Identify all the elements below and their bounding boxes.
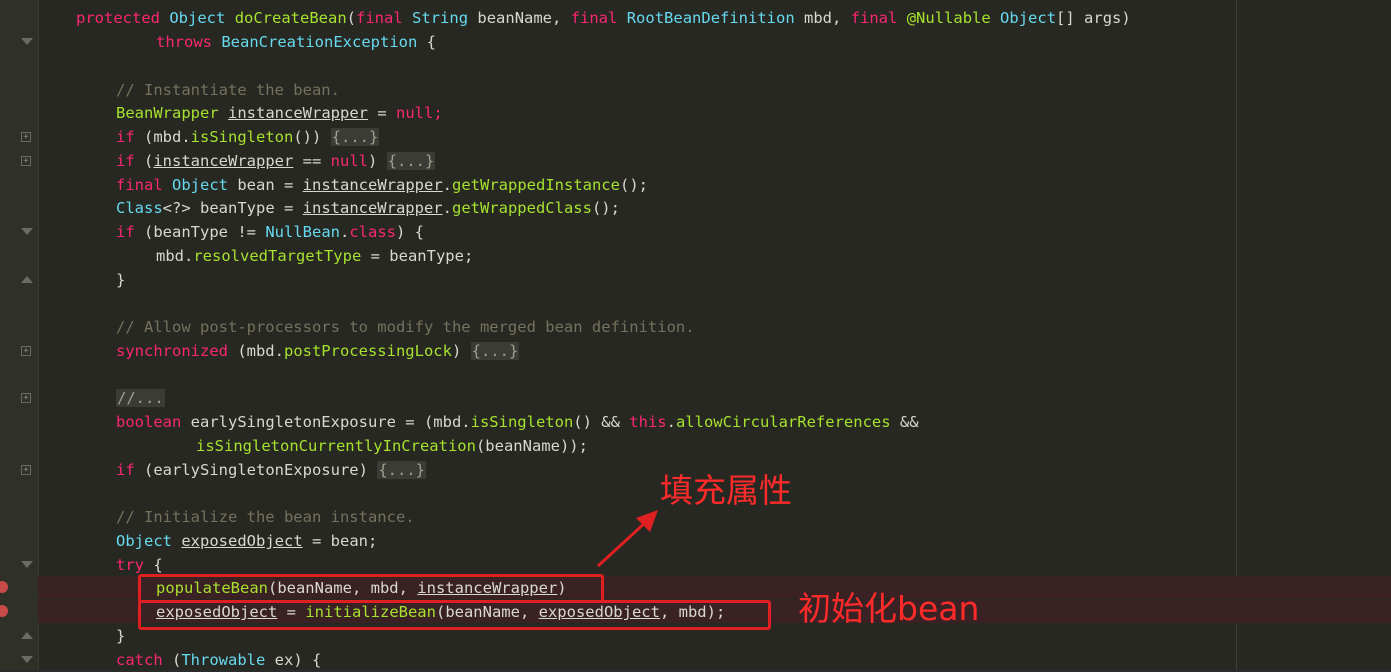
populate-annotation-label: 填充属性 <box>660 471 792 510</box>
code-editor[interactable]: + + + + + protected Object doCreateBean(… <box>0 0 1391 670</box>
initialize-annotation-label: 初始化bean <box>798 589 980 628</box>
annotation-arrow-icon <box>596 510 658 568</box>
